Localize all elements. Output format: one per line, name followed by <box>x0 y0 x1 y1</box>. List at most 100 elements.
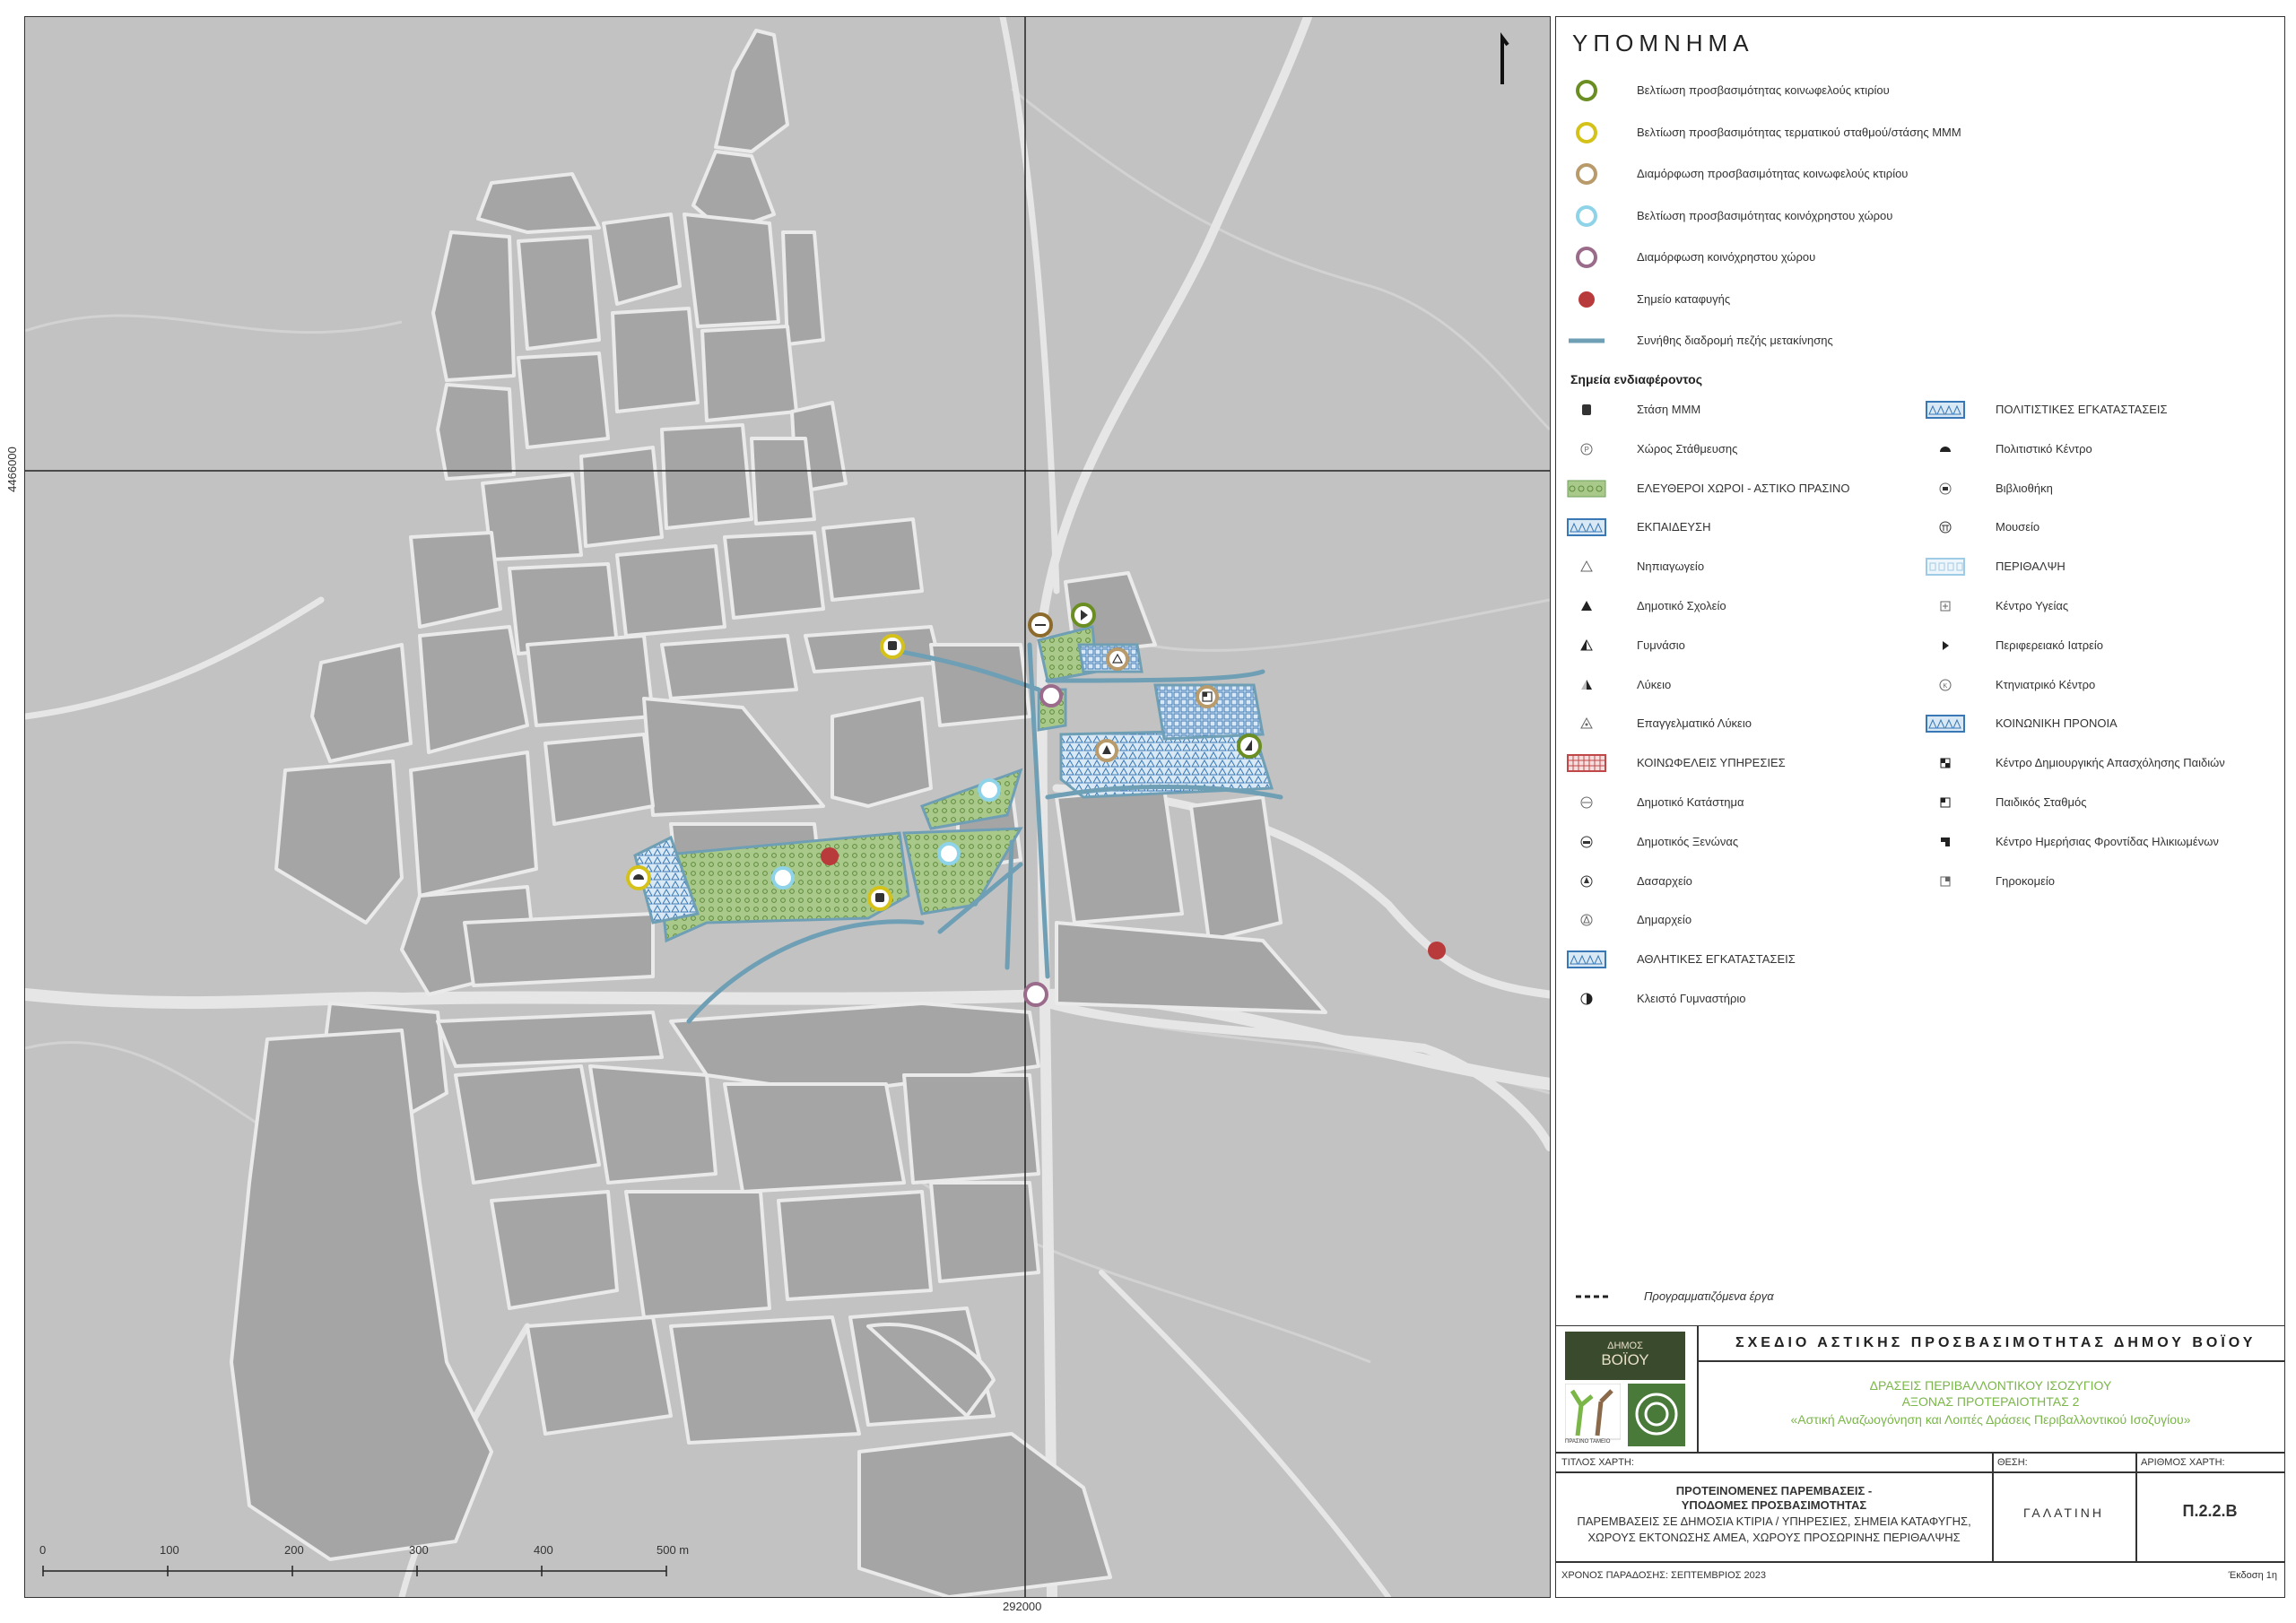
map-title-label: ΤΙΤΛΟΣ ΧΑΡΤΗ: <box>1561 1457 1634 1468</box>
museum-icon <box>1939 521 1952 534</box>
poi-label: Πολιτιστικό Κέντρο <box>1996 441 2092 456</box>
public-building-design-marker <box>1106 647 1129 671</box>
poi-label: ΕΚΠΑΙΔΕΥΣΗ <box>1637 520 1711 534</box>
education-hatch-icon <box>1567 518 1606 537</box>
svg-text:P: P <box>1585 446 1589 454</box>
poi-label: Κλειστό Γυμναστήριο <box>1637 992 1746 1005</box>
planned-works-line-icon <box>1576 1295 1612 1298</box>
poi-heading: Σημεία ενδιαφέροντος <box>1570 372 1702 386</box>
public-building-design-marker <box>1196 685 1219 708</box>
poi-label: Δημοτικό Κατάστημα <box>1637 795 1744 809</box>
ring-marker-icon <box>1576 204 1597 227</box>
guesthouse-icon <box>1580 836 1593 848</box>
town-hall-icon <box>1580 914 1593 926</box>
welfare-hatch-icon <box>1926 715 1965 733</box>
divider <box>1556 1561 2284 1563</box>
public-building-access-marker <box>1071 603 1096 628</box>
scale-tick-label: 200 <box>284 1543 304 1557</box>
sport-hatch-icon <box>1567 950 1606 969</box>
refuge-point-marker <box>1428 942 1446 959</box>
title-block: ΔΗΜΟΣ ΒΟΪΟΥ ΠΡΑΣΙΝΟ ΤΑΜΕΙΟ ΣΧΕΔΙΟ ΑΣΤΙΚΗ… <box>1555 1325 2285 1598</box>
forest-office-icon <box>1580 875 1593 888</box>
kids-center-icon <box>1940 758 1951 768</box>
route-line-icon <box>1569 338 1605 343</box>
poi-label: Δημοτικό Σχολείο <box>1637 599 1726 612</box>
poi-label: ΑΘΛΗΤΙΚΕΣ ΕΓΚΑΤΑΣΤΑΣΕΙΣ <box>1637 952 1796 967</box>
legend-item-label: Διαμόρφωση προσβασιμότητας κοινωφελούς κ… <box>1637 167 1909 180</box>
triangle-filled-icon <box>1581 601 1592 611</box>
map-title-line-2: ΥΠΟΔΟΜΕΣ ΠΡΟΣΒΑΣΙΜΟΤΗΤΑΣ <box>1681 1498 1867 1512</box>
library-icon <box>1939 482 1952 495</box>
legend-item-label: Βελτίωση προσβασιμότητας κοινωφελούς κτι… <box>1637 83 1890 97</box>
transit-access-marker <box>880 634 905 659</box>
triangle-dot-icon <box>1580 717 1593 729</box>
common-space-design-marker <box>1039 684 1063 707</box>
municipality-logo: ΔΗΜΟΣ ΒΟΪΟΥ <box>1565 1332 1685 1380</box>
triangle-split-icon <box>1581 679 1592 690</box>
edition: Έκδοση 1η <box>2228 1570 2277 1581</box>
poi-label: Γυμνάσιο <box>1637 638 1685 652</box>
nursery-icon <box>1940 797 1951 808</box>
divider <box>1556 1471 2284 1473</box>
logo-text-1: ΔΗΜΟΣ <box>1607 1341 1643 1351</box>
poi-label: ΠΟΛΙΤΙΣΤΙΚΕΣ ΕΓΚΑΤΑΣΤΑΣΕΙΣ <box>1996 403 2168 416</box>
poi-label: Κέντρο Ημερήσιας Φροντίδας Ηλικιωμένων <box>1996 834 2219 848</box>
green-fund-caption: ΠΡΑΣΙΝΟ ΤΑΜΕΙΟ <box>1565 1439 1611 1445</box>
nursing-home-icon <box>1940 876 1951 887</box>
clinic-icon <box>1943 640 1949 650</box>
culture-hatch-icon <box>1926 401 1965 419</box>
legend-panel: ΥΠΟΜΝΗΜΑ Βελτίωση προσβασιμότητας κοινωφ… <box>1500 16 2285 1327</box>
municipal-store-icon <box>1580 796 1593 809</box>
map-svg <box>25 17 1550 1597</box>
ring-marker-icon <box>1576 247 1597 268</box>
poi-label: Επαγγελματικό Λύκειο <box>1637 716 1752 731</box>
poi-label: Κέντρο Δημιουργικής Απασχόλησης Παιδιών <box>1996 756 2225 770</box>
ring-marker-icon <box>1576 121 1597 143</box>
delivery-date: ΧΡΟΝΟΣ ΠΑΡΑΔΟΣΗΣ: ΣΕΠΤΕΜΒΡΙΟΣ 2023 <box>1561 1570 1766 1581</box>
poi-label: Δημαρχείο <box>1637 913 1692 927</box>
program-logo-icon <box>1628 1384 1685 1446</box>
northing-label: 4466000 <box>4 447 19 492</box>
scale-tick-label: 0 <box>39 1543 47 1557</box>
open-space-access-marker <box>978 778 1001 802</box>
planned-works-label: Προγραμματιζόμενα έργα <box>1644 1289 1774 1303</box>
gym-icon <box>1580 993 1593 1005</box>
red-grid-icon <box>1567 754 1606 773</box>
parking-icon: P <box>1580 443 1593 456</box>
location-label: ΘΕΣΗ: <box>1997 1457 2028 1468</box>
transit-access-marker <box>626 865 651 890</box>
health-center-icon <box>1940 601 1951 612</box>
map-title-line-1: ΠΡΟΤΕΙΝΟΜΕΝΕΣ ΠΑΡΕΜΒΑΣΕΙΣ - <box>1675 1484 1873 1497</box>
poi-label: ΕΛΕΥΘΕΡΟΙ ΧΩΡΟΙ - ΑΣΤΙΚΟ ΠΡΑΣΙΝΟ <box>1637 481 1850 495</box>
triangle-half-icon <box>1580 638 1593 651</box>
poi-label: ΚΟΙΝΩΦΕΛΕΙΣ ΥΠΗΡΕΣΙΕΣ <box>1637 756 1786 770</box>
scale-tick-label: 300 <box>409 1543 429 1557</box>
poi-label: Δημοτικός Ξενώνας <box>1637 834 1739 848</box>
ring-marker-icon <box>1576 80 1597 101</box>
common-space-design-marker <box>1023 982 1048 1007</box>
refuge-point-marker <box>821 847 839 865</box>
poi-label: Λύκειο <box>1637 677 1672 691</box>
scale-tick-label: 100 <box>160 1543 179 1557</box>
care-hatch-icon <box>1926 558 1965 577</box>
scale-tick-label: 500 m <box>657 1543 690 1557</box>
map-title-line-4: ΧΩΡΟΥΣ ΕΚΤΟΝΩΣΗΣ ΑΜΕΑ, ΧΩΡΟΥΣ ΠΡΟΣΩΡΙΝΗΣ… <box>1587 1531 1961 1544</box>
poi-label: Μουσείο <box>1996 520 2040 534</box>
subtitle-2: ΑΞΟΝΑΣ ΠΡΟΤΕΡΑΙΟΤΗΤΑΣ 2 <box>1901 1394 2080 1409</box>
poi-label: Παιδικός Σταθμός <box>1996 795 2087 809</box>
map-canvas[interactable]: 0 100 200 300 400 500 m <box>24 16 1551 1598</box>
open-space-access-marker <box>937 842 961 865</box>
poi-label: Νηπιαγωγείο <box>1637 560 1705 574</box>
map-title-line-3: ΠΑΡΕΜΒΑΣΕΙΣ ΣΕ ΔΗΜΟΣΙΑ ΚΤΙΡΙΑ / ΥΠΗΡΕΣΙΕ… <box>1577 1515 1971 1528</box>
poi-label: Γηροκομείο <box>1996 873 2055 888</box>
poi-label: ΚΟΙΝΩΝΙΚΗ ΠΡΟΝΟΙΑ <box>1996 716 2118 731</box>
poi-label: ΠΕΡΙΘΑΛΨΗ <box>1996 560 2066 574</box>
logo-text-2: ΒΟΪΟΥ <box>1601 1351 1649 1368</box>
public-building-design-marker <box>1095 739 1118 762</box>
public-building-access-marker <box>1028 612 1053 638</box>
divider <box>1697 1360 2284 1362</box>
cultural-center-icon <box>1940 446 1951 452</box>
legend-item-label: Συνήθης διαδρομή πεζής μετακίνησης <box>1637 334 1833 347</box>
poi-label: Κέντρο Υγείας <box>1996 599 2069 612</box>
subtitle-3: «Αστική Αναζωογόνηση και Λοιπές Δράσεις … <box>1790 1412 2191 1427</box>
